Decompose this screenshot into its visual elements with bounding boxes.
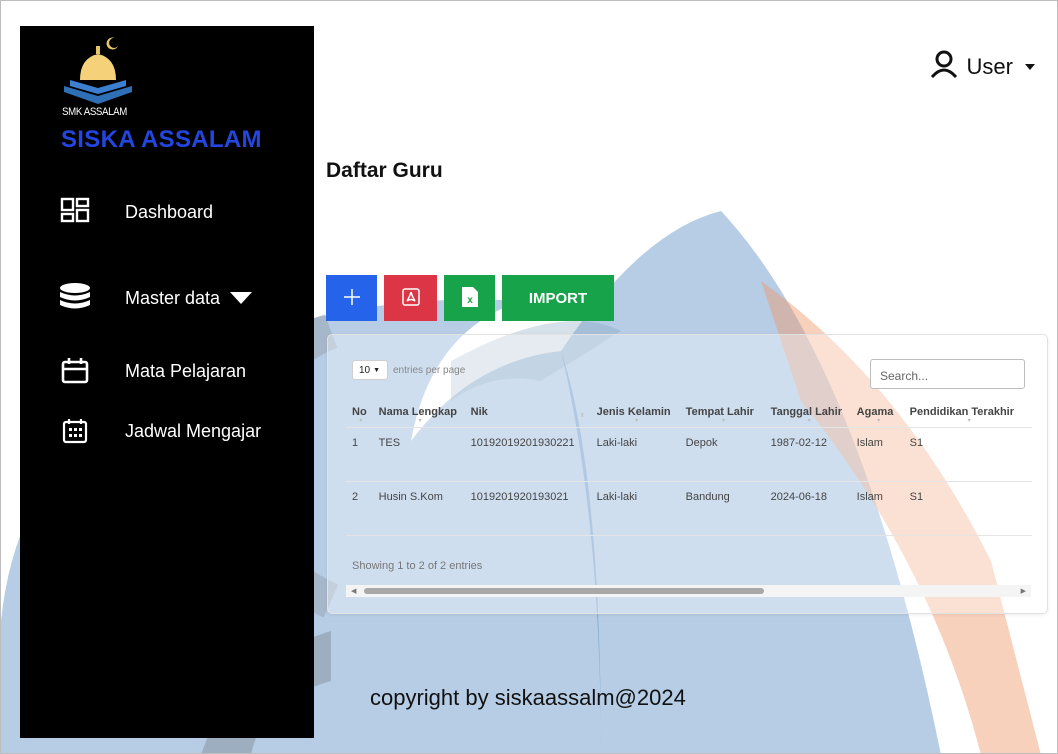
add-button[interactable] xyxy=(326,275,377,321)
app-window: SMK ASSALAM SISKA ASSALAM Dashboard Mast… xyxy=(0,0,1058,754)
svg-text:x: x xyxy=(467,295,473,306)
table-row[interactable]: 2 Husin S.Kom 1019201920193021 Laki-laki… xyxy=(346,481,1032,536)
table-cell: 1 xyxy=(346,427,373,482)
school-logo xyxy=(64,37,132,104)
pdf-icon xyxy=(401,287,421,310)
calendar-grid-icon xyxy=(58,414,92,448)
toolbar: x IMPORT xyxy=(326,275,614,321)
column-header[interactable]: Tanggal Lahir ▾ xyxy=(764,397,851,428)
table-cell: S1 xyxy=(903,481,1032,536)
teacher-table: No ▾ Nama Lengkap ▾ Nik ⇕ Jenis Kelamin ▾ Te… xyxy=(346,397,1032,536)
sidebar-item-label: Jadwal Mengajar xyxy=(125,420,262,441)
column-header[interactable]: No ▾ xyxy=(346,397,373,428)
entries-per-page: 10 ▼ entries per page xyxy=(352,360,465,380)
user-label: User xyxy=(966,53,1013,79)
table-cell: TES xyxy=(372,427,465,482)
sidebar-item-dashboard[interactable]: Dashboard xyxy=(20,192,314,232)
caret-down-icon xyxy=(1025,63,1035,70)
table-cell: 10192019201930221 xyxy=(464,427,591,482)
per-page-value: 10 xyxy=(359,364,371,376)
column-header[interactable]: Nik ⇕ xyxy=(464,397,591,428)
chevron-down-icon xyxy=(230,292,253,304)
column-header[interactable]: Jenis Kelamin ▾ xyxy=(590,397,680,428)
column-header[interactable]: Pendidikan Terakhir ▾ xyxy=(903,397,1032,428)
table-cell: 1987-02-12 xyxy=(764,427,851,482)
user-icon xyxy=(929,49,959,84)
sidebar-item-master-data[interactable]: Master data xyxy=(20,278,314,318)
horizontal-scrollbar[interactable]: ◀ ▶ xyxy=(346,585,1031,597)
table-cell: Depok xyxy=(679,427,765,482)
import-button[interactable]: IMPORT xyxy=(502,275,614,321)
column-header[interactable]: Nama Lengkap ▾ xyxy=(372,397,465,428)
page-title: Daftar Guru xyxy=(326,159,443,182)
table-cell: Husin S.Kom xyxy=(372,481,465,536)
scrollbar-thumb[interactable] xyxy=(364,588,764,594)
sidebar-item-label: Mata Pelajaran xyxy=(125,360,247,381)
column-header[interactable]: Agama ▾ xyxy=(850,397,904,428)
table-info: Showing 1 to 2 of 2 entries xyxy=(352,560,483,572)
column-header[interactable]: Tempat Lahir ▾ xyxy=(679,397,765,428)
table-row[interactable]: 1 TES 10192019201930221 Laki-laki Depok … xyxy=(346,427,1032,482)
excel-icon: x xyxy=(461,286,479,311)
table-cell: Islam xyxy=(850,481,904,536)
sidebar: SMK ASSALAM SISKA ASSALAM Dashboard Mast… xyxy=(20,26,314,738)
chevron-down-icon: ▼ xyxy=(373,366,381,374)
table-cell: Laki-laki xyxy=(590,481,680,536)
scroll-left-icon[interactable]: ◀ xyxy=(351,587,356,595)
export-excel-button[interactable]: x xyxy=(444,275,495,321)
sidebar-item-jadwal-mengajar[interactable]: Jadwal Mengajar xyxy=(20,411,314,451)
footer-copyright: copyright by siskaassalm@2024 xyxy=(370,685,686,710)
table-cell: 2024-06-18 xyxy=(764,481,851,536)
sidebar-item-mata-pelajaran[interactable]: Mata Pelajaran xyxy=(20,351,314,391)
per-page-label: entries per page xyxy=(393,364,466,376)
dashboard-grid-icon xyxy=(58,195,92,229)
table-cell: Laki-laki xyxy=(590,427,680,482)
table-cell: 1019201920193021 xyxy=(464,481,591,536)
database-icon xyxy=(58,281,92,315)
table-cell: 2 xyxy=(346,481,373,536)
table-cell: Islam xyxy=(850,427,904,482)
user-menu[interactable]: User xyxy=(929,49,1035,84)
export-pdf-button[interactable] xyxy=(384,275,437,321)
calendar-icon xyxy=(58,354,92,388)
sidebar-item-label: Dashboard xyxy=(125,201,214,222)
table-cell: S1 xyxy=(903,427,1032,482)
scroll-right-icon[interactable]: ▶ xyxy=(1021,587,1026,595)
plus-icon xyxy=(343,288,361,309)
table-header-row: No ▾ Nama Lengkap ▾ Nik ⇕ Jenis Kelamin ▾ Te… xyxy=(346,397,1032,428)
table-cell: Bandung xyxy=(679,481,765,536)
search-input[interactable]: Search... xyxy=(870,359,1025,389)
per-page-select[interactable]: 10 ▼ xyxy=(352,360,388,380)
brand-name: SISKA ASSALAM xyxy=(61,126,262,153)
sidebar-item-label: Master data xyxy=(125,287,221,308)
data-table-card: 10 ▼ entries per page Search... No ▾ Nama… xyxy=(327,334,1048,614)
logo-caption: SMK ASSALAM xyxy=(62,106,127,118)
